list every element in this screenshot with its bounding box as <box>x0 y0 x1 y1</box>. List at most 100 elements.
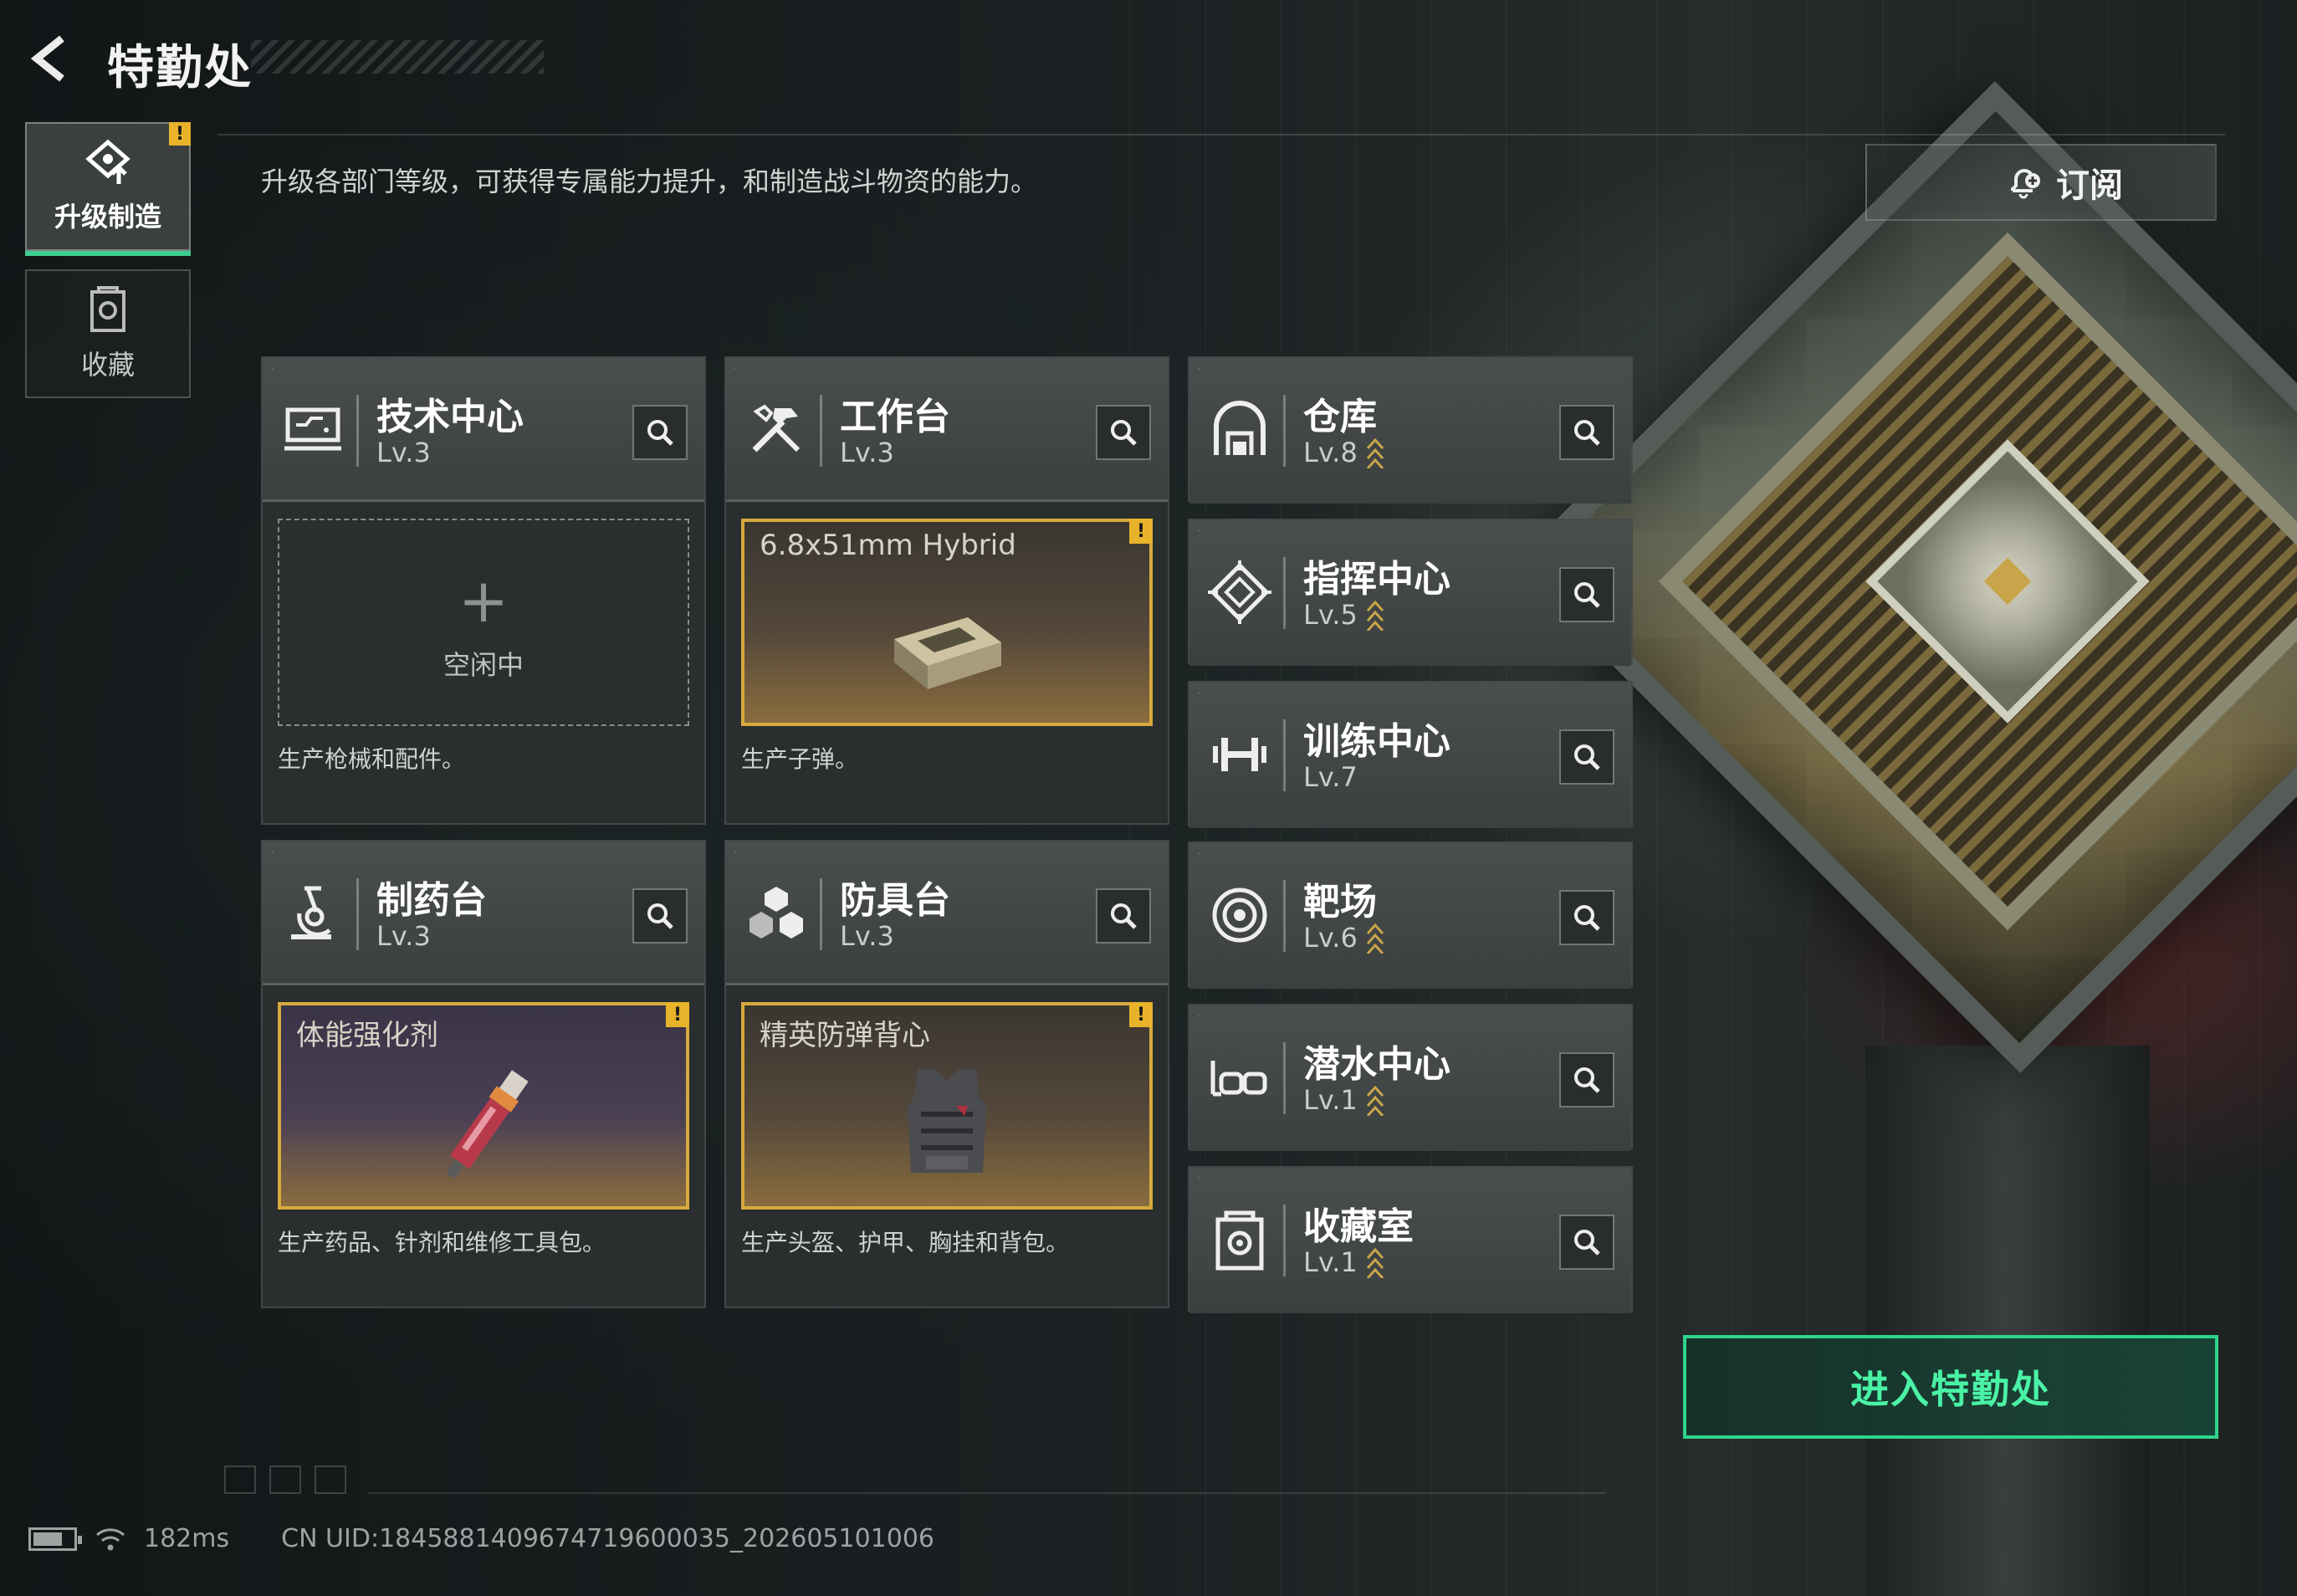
sidebar-tab-collection[interactable]: 收藏 <box>25 269 191 398</box>
bottom-divider <box>368 1492 1606 1494</box>
workshop-description: 生产子弹。 <box>741 745 859 773</box>
ping-readout: 182ms <box>144 1524 230 1553</box>
inspect-button[interactable] <box>1559 890 1614 945</box>
subscribe-label: 订阅 <box>2056 166 2123 205</box>
card-header: · 防具台 Lv.3 <box>726 841 1168 985</box>
product-name: 精英防弹背心 <box>760 1019 930 1052</box>
inspect-button[interactable] <box>1559 405 1614 460</box>
workshop-description: 生产枪械和配件。 <box>278 745 466 773</box>
enter-button-label: 进入特勤处 <box>1850 1367 2051 1412</box>
facility-name: 潜水中心 <box>1303 1043 1450 1086</box>
workshop-level: Lv.3 <box>840 920 894 952</box>
workshop-level: Lv.3 <box>840 437 894 468</box>
upgrade-available-icon <box>1366 923 1384 954</box>
upgrade-available-icon <box>1366 600 1384 631</box>
inspect-button[interactable] <box>632 405 688 460</box>
search-icon <box>1574 1230 1600 1256</box>
search-icon <box>647 903 673 929</box>
workshop-card-workbench[interactable]: · 工作台 Lv.3 6.8x51mm Hybrid ! 生产子弹。 <box>724 356 1169 825</box>
facility-card-diving-center[interactable]: · 潜水中心 Lv.1 <box>1188 1004 1633 1151</box>
workshop-name: 制药台 <box>376 879 487 922</box>
dumbbell-icon <box>1213 738 1266 771</box>
inspect-button[interactable] <box>1559 1215 1614 1270</box>
inspect-button[interactable] <box>1096 888 1151 944</box>
facility-level: Lv.7 <box>1303 761 1358 793</box>
facility-name: 训练中心 <box>1303 720 1450 763</box>
search-icon <box>1111 420 1137 446</box>
workshop-card-armor-bench[interactable]: · 防具台 Lv.3 精英防弹背心 ! 生产头盔、护甲、胸挂和背包。 <box>724 840 1169 1308</box>
facility-level: Lv.1 <box>1303 1246 1384 1278</box>
battery-icon <box>28 1527 82 1551</box>
enter-special-ops-button[interactable]: 进入特勤处 <box>1683 1335 2218 1439</box>
workshop-description: 生产药品、针剂和维修工具包。 <box>278 1229 606 1256</box>
back-arrow-icon[interactable] <box>25 33 75 84</box>
search-icon <box>1574 582 1600 608</box>
command-center-icon <box>1208 560 1271 624</box>
facility-level: Lv.1 <box>1303 1084 1384 1116</box>
search-icon <box>1574 744 1600 770</box>
upgrade-available-icon <box>1366 437 1384 468</box>
facility-name: 靶场 <box>1303 881 1377 923</box>
inspect-button[interactable] <box>632 888 688 944</box>
search-icon <box>1574 1067 1600 1093</box>
workshop-card-pharmacy[interactable]: · 制药台 Lv.3 体能强化剂 ! 生产药品、针剂和维修工具包。 <box>261 840 706 1308</box>
production-slot-active[interactable]: 精英防弹背心 ! <box>741 1002 1153 1210</box>
slot-status: 空闲中 <box>443 649 524 681</box>
alert-badge: ! <box>169 122 191 146</box>
add-icon: + <box>458 565 509 636</box>
workshop-description: 生产头盔、护甲、胸挂和背包。 <box>741 1229 1070 1256</box>
header-divider <box>217 134 2225 136</box>
subscribe-button[interactable]: 订阅 <box>1865 144 2217 221</box>
cube-pillar <box>1865 1046 2150 1596</box>
alert-badge: ! <box>666 1002 689 1027</box>
production-slot-active[interactable]: 体能强化剂 ! <box>278 1002 689 1210</box>
facility-card-collection-room[interactable]: · 收藏室 Lv.1 <box>1188 1166 1633 1313</box>
workshop-card-tech-center[interactable]: · 技术中心 Lv.3 + 空闲中 生产枪械和配件。 <box>261 356 706 825</box>
production-slot-idle[interactable]: + 空闲中 <box>278 519 689 726</box>
inspect-button[interactable] <box>1559 729 1614 785</box>
facility-name: 仓库 <box>1303 396 1377 438</box>
inspect-button[interactable] <box>1096 405 1151 460</box>
warehouse-icon <box>1214 401 1266 455</box>
production-slot-active[interactable]: 6.8x51mm Hybrid ! <box>741 519 1153 726</box>
workshop-level: Lv.3 <box>376 920 431 952</box>
facility-card-warehouse[interactable]: · 仓库 Lv.8 <box>1188 356 1633 504</box>
tech-center-icon <box>284 407 341 451</box>
inspect-button[interactable] <box>1559 1052 1614 1107</box>
title-hatch-decoration <box>251 40 544 74</box>
card-header: · 潜水中心 Lv.1 <box>1189 1005 1631 1151</box>
wifi-icon <box>96 1527 125 1550</box>
card-header: · 指挥中心 Lv.5 <box>1189 520 1631 666</box>
workshop-name: 防具台 <box>840 879 950 922</box>
workbench-icon <box>752 404 801 453</box>
sidebar-tab-upgrade-craft[interactable]: 升级制造 ! <box>25 122 191 256</box>
ammo-box-image <box>894 617 1001 689</box>
workshop-name: 技术中心 <box>376 396 524 438</box>
facility-name: 收藏室 <box>1303 1205 1414 1248</box>
diving-mask-icon <box>1210 1061 1267 1097</box>
card-header: · 仓库 Lv.8 <box>1189 358 1631 504</box>
inspect-button[interactable] <box>1559 567 1614 622</box>
sidebar-tab-label: 升级制造 <box>54 201 161 233</box>
facility-level: Lv.6 <box>1303 922 1384 954</box>
player-uid: CN UID:1845881409674719600035_2026051010… <box>281 1524 935 1553</box>
collection-icon <box>90 286 125 332</box>
facility-card-command-center[interactable]: · 指挥中心 Lv.5 <box>1188 519 1633 666</box>
status-bar: 182ms CN UID:1845881409674719600035_2026… <box>28 1524 934 1553</box>
bell-add-icon <box>2011 169 2040 199</box>
facility-card-shooting-range[interactable]: · 靶场 Lv.6 <box>1188 841 1633 989</box>
facility-level: Lv.8 <box>1303 437 1384 468</box>
facility-card-training-center[interactable]: · 训练中心 Lv.7 <box>1188 681 1633 828</box>
facility-level: Lv.5 <box>1303 599 1384 631</box>
search-icon <box>1574 905 1600 931</box>
workshop-level: Lv.3 <box>376 437 431 468</box>
armor-vest-image <box>908 1069 986 1173</box>
armor-bench-icon <box>749 887 803 939</box>
target-icon <box>1212 888 1267 943</box>
pharmacy-icon <box>291 886 331 939</box>
injector-image <box>446 1070 529 1179</box>
sidebar-tab-label: 收藏 <box>80 349 135 381</box>
upgrade-available-icon <box>1366 1085 1384 1116</box>
upgrade-craft-icon <box>85 139 130 184</box>
card-header: · 训练中心 Lv.7 <box>1189 683 1631 828</box>
